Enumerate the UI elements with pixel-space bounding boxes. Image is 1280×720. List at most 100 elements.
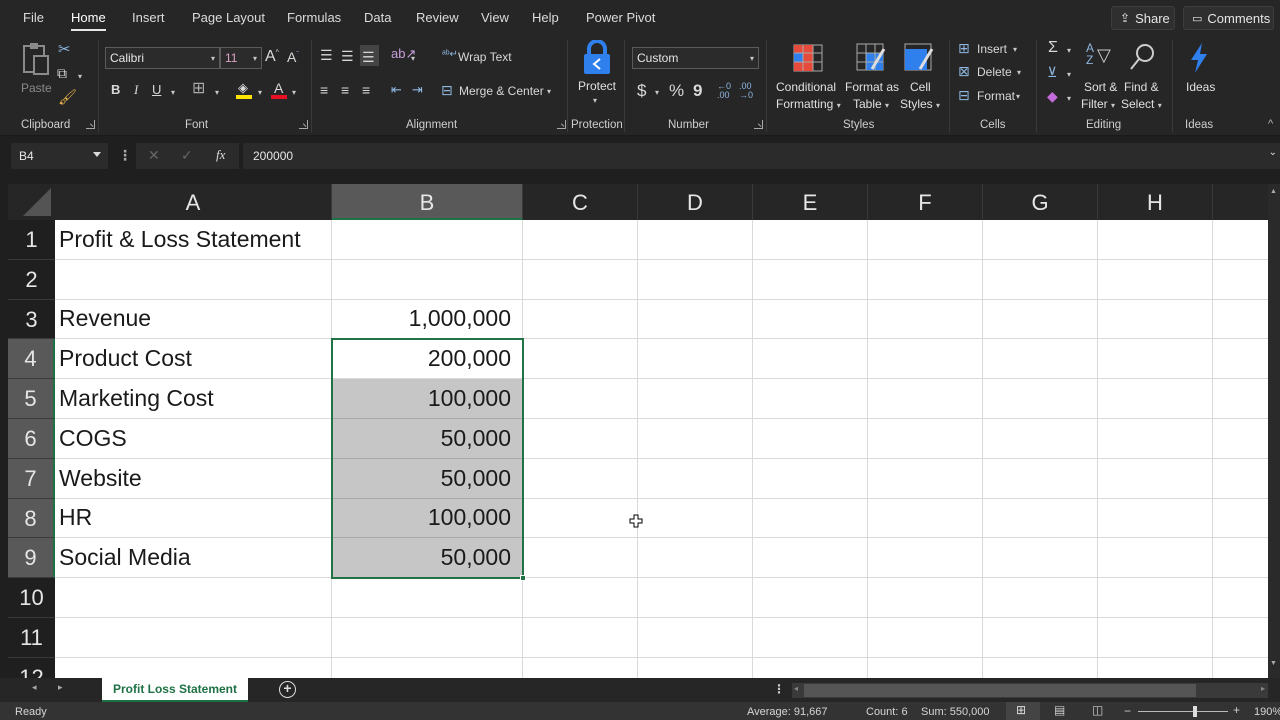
cell-c5[interactable]	[523, 379, 638, 419]
tab-file[interactable]: File	[23, 10, 44, 25]
cell-b9[interactable]: 50,000	[332, 538, 523, 579]
cell-d11[interactable]	[638, 618, 753, 658]
cell-a5[interactable]: Marketing Cost	[55, 379, 332, 419]
next-sheet-icon[interactable]: ▸	[58, 682, 63, 693]
cell-c1[interactable]	[523, 220, 638, 260]
align-bottom-icon[interactable]: ☰	[362, 50, 375, 64]
cell-c4[interactable]	[523, 339, 638, 380]
cell-a9[interactable]: Social Media	[55, 538, 332, 579]
cell-d7[interactable]	[638, 458, 753, 499]
cell-e12[interactable]	[753, 657, 868, 678]
cell-g2[interactable]	[983, 259, 1098, 300]
cell-f7[interactable]	[868, 458, 983, 499]
paste-button[interactable]: Paste	[18, 40, 54, 98]
cell-b5[interactable]: 100,000	[332, 379, 523, 419]
font-color-button[interactable]: A	[271, 80, 289, 100]
merge-center-button[interactable]: ⊟ Merge & Center ▾	[441, 82, 556, 102]
row-header-3[interactable]: 3	[8, 299, 55, 340]
column-header-c[interactable]: C	[523, 184, 638, 220]
alignment-launcher-icon[interactable]	[557, 120, 566, 129]
cell-g7[interactable]	[983, 458, 1098, 499]
orientation-dropdown-icon[interactable]: ▾	[411, 54, 415, 63]
cell-f10[interactable]	[868, 578, 983, 618]
column-header-f[interactable]: F	[868, 184, 983, 220]
cell-i12[interactable]	[1213, 658, 1268, 678]
cell-h6[interactable]	[1098, 419, 1213, 459]
cell-g3[interactable]	[983, 299, 1098, 340]
cell-f4[interactable]	[868, 339, 983, 380]
cell-i5[interactable]	[1213, 379, 1268, 419]
align-left-icon[interactable]: ≡	[320, 83, 328, 97]
zoom-slider[interactable]	[1138, 711, 1228, 712]
cell-h11[interactable]	[1098, 618, 1213, 658]
enter-icon[interactable]: ✓	[181, 147, 193, 164]
cell-i9[interactable]	[1213, 538, 1268, 579]
align-top-icon[interactable]: ☰	[320, 48, 333, 62]
cell-f12[interactable]	[868, 657, 983, 678]
cell-b10[interactable]	[332, 578, 523, 618]
cell-i1[interactable]	[1213, 220, 1268, 260]
cell-e9[interactable]	[753, 538, 868, 579]
cell-a1[interactable]: Profit & Loss Statement	[55, 220, 332, 260]
cell-a12[interactable]	[55, 657, 332, 678]
fill-dropdown-icon[interactable]: ▾	[1067, 70, 1071, 79]
cell-b2[interactable]	[332, 259, 523, 300]
page-break-view-icon[interactable]: ◫	[1092, 703, 1103, 717]
fill-handle[interactable]	[520, 575, 526, 582]
cell-f1[interactable]	[868, 220, 983, 260]
column-header-g[interactable]: G	[983, 184, 1098, 220]
page-layout-view-icon[interactable]: ▤	[1054, 703, 1065, 717]
cell-c7[interactable]	[523, 458, 638, 499]
cell-f2[interactable]	[868, 259, 983, 300]
collapse-ribbon-icon[interactable]: ^	[1268, 118, 1273, 130]
cell-c3[interactable]	[523, 299, 638, 340]
zoom-in-button[interactable]: +	[1233, 703, 1240, 717]
cell-c12[interactable]	[523, 657, 638, 678]
cell-d2[interactable]	[638, 259, 753, 300]
row-header-1[interactable]: 1	[8, 220, 55, 260]
borders-dropdown-icon[interactable]: ▾	[215, 88, 219, 97]
cell-b1[interactable]	[332, 220, 523, 260]
cell-d9[interactable]	[638, 538, 753, 579]
cell-i4[interactable]	[1213, 339, 1268, 380]
cell-e2[interactable]	[753, 259, 868, 300]
tab-view[interactable]: View	[481, 10, 509, 25]
horizontal-scrollbar[interactable]: ◂ ▸	[792, 683, 1268, 698]
borders-icon[interactable]: ⊞	[192, 81, 205, 97]
comments-button[interactable]: ▭ Comments	[1183, 6, 1274, 30]
cell-b4[interactable]: 200,000	[332, 339, 523, 380]
tab-page-layout[interactable]: Page Layout	[192, 10, 265, 25]
autosum-dropdown-icon[interactable]: ▾	[1067, 46, 1071, 55]
cell-i8[interactable]	[1213, 499, 1268, 539]
cell-e1[interactable]	[753, 220, 868, 260]
tab-power-pivot[interactable]: Power Pivot	[586, 10, 655, 25]
name-box[interactable]: B4	[11, 143, 108, 169]
cell-e4[interactable]	[753, 339, 868, 380]
more-options-icon[interactable]: ⋮	[118, 147, 132, 164]
row-header-11[interactable]: 11	[8, 618, 55, 658]
delete-cells-button[interactable]: ⊠ Delete ▾	[958, 63, 1028, 83]
cell-h9[interactable]	[1098, 538, 1213, 579]
insert-function-icon[interactable]: fx	[216, 147, 225, 163]
align-right-icon[interactable]: ≡	[362, 83, 370, 97]
sort-filter-button[interactable]: AZ ▽ Sort & Filter ▾	[1080, 40, 1120, 111]
cell-d5[interactable]	[638, 379, 753, 419]
cell-b6[interactable]: 50,000	[332, 419, 523, 459]
cell-a6[interactable]: COGS	[55, 419, 332, 459]
cell-h8[interactable]	[1098, 498, 1213, 539]
tab-data[interactable]: Data	[364, 10, 391, 25]
select-all-button[interactable]	[8, 184, 55, 220]
currency-button[interactable]: $	[637, 82, 646, 99]
add-sheet-button[interactable]: +	[279, 681, 296, 698]
cell-d12[interactable]	[638, 657, 753, 678]
cell-b3[interactable]: 1,000,000	[332, 299, 523, 340]
vertical-scrollbar[interactable]: ▲ ▼	[1268, 184, 1280, 678]
cell-e7[interactable]	[753, 458, 868, 499]
tab-formulas[interactable]: Formulas	[287, 10, 341, 25]
scroll-right-icon[interactable]: ▸	[1261, 684, 1265, 693]
zoom-out-button[interactable]: −	[1124, 704, 1131, 718]
insert-cells-button[interactable]: ⊞ Insert ▾	[958, 40, 1028, 60]
sheet-tab-profit-loss-statement[interactable]: Profit Loss Statement	[102, 678, 248, 702]
cell-e6[interactable]	[753, 419, 868, 459]
cell-c2[interactable]	[523, 259, 638, 300]
